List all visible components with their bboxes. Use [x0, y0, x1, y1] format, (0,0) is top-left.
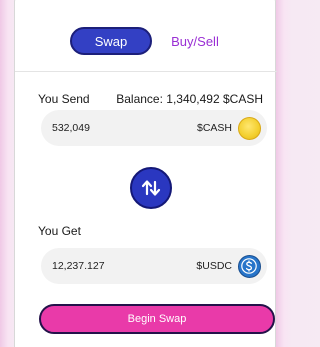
tab-buy-sell[interactable]: Buy/Sell [167, 27, 223, 55]
cash-coin-icon [238, 117, 261, 140]
get-amount-field[interactable]: 12,237.127 $USDC [41, 248, 267, 284]
swap-arrows-icon [141, 180, 161, 196]
swap-direction-button[interactable] [130, 167, 172, 209]
tab-swap[interactable]: Swap [70, 27, 152, 55]
get-amount-value[interactable]: 12,237.127 [52, 248, 172, 284]
you-get-label: You Get [38, 224, 81, 238]
send-currency-label: $CASH [196, 122, 232, 134]
balance-label: Balance: 1,340,492 $CASH [116, 92, 263, 106]
send-amount-field[interactable]: 532,049 $CASH [41, 110, 267, 146]
you-send-label: You Send [38, 92, 90, 106]
tabs-divider [15, 71, 277, 72]
get-currency-label: $USDC [196, 260, 232, 272]
usdc-coin-icon [238, 255, 261, 278]
send-amount-value[interactable]: 532,049 [52, 110, 172, 146]
begin-swap-button[interactable]: Begin Swap [39, 304, 275, 334]
swap-card: Swap Buy/Sell You Send Balance: 1,340,49… [14, 0, 277, 347]
swap-tabs: Swap Buy/Sell [15, 0, 277, 72]
